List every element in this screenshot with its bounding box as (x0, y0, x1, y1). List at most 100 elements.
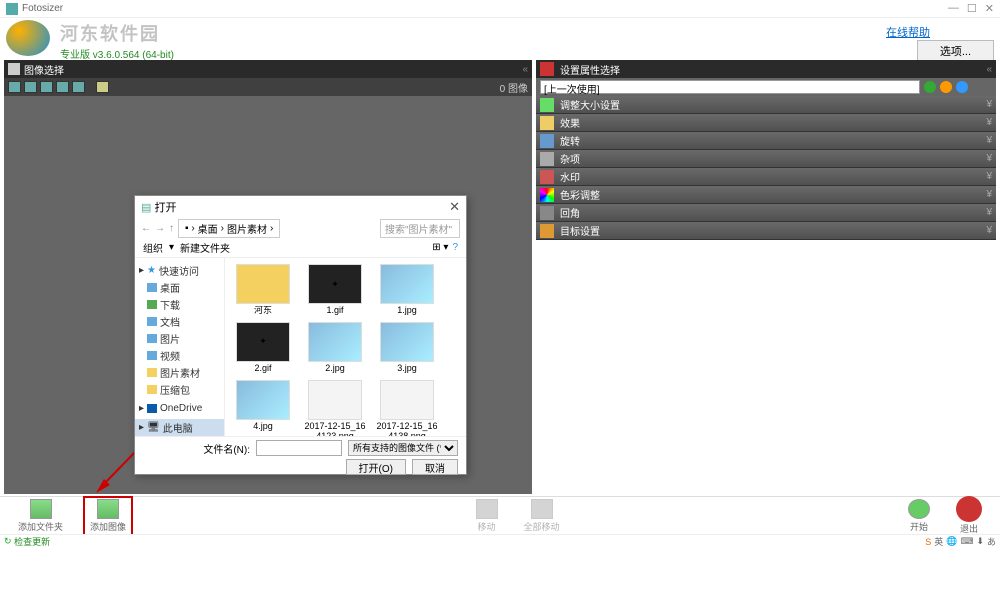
thumbnail (380, 264, 434, 304)
section-misc[interactable]: 杂项¥ (536, 150, 996, 168)
forward-button[interactable]: → (155, 223, 165, 234)
up-button[interactable]: ↑ (169, 223, 174, 234)
section-resize[interactable]: 调整大小设置¥ (536, 96, 996, 114)
file-item[interactable]: 4.jpg (231, 380, 295, 436)
app-header: 河东软件园 专业版 v3.6.0.564 (64-bit) www.pc0359… (0, 18, 1000, 58)
settings-icon (540, 62, 554, 76)
file-item[interactable]: 河东 (231, 264, 295, 316)
file-item[interactable]: 2.jpg (303, 322, 367, 374)
exit-button[interactable]: 退出 (950, 494, 988, 537)
tool-icon[interactable] (24, 81, 37, 93)
sidebar-videos[interactable]: 视频 (135, 347, 224, 364)
tool-icon[interactable] (96, 81, 109, 93)
thumbnail (236, 380, 290, 420)
organize-menu[interactable]: 组织 (143, 240, 163, 255)
new-folder-button[interactable]: 新建文件夹 (180, 240, 230, 255)
preset-icon[interactable] (956, 81, 968, 93)
right-panel-title: 设置属性选择 (560, 62, 620, 77)
help-link[interactable]: 在线帮助 (886, 24, 930, 40)
file-list[interactable]: 河东 ✦1.gif 1.jpg ✦2.gif 2.jpg 3.jpg 4.jpg… (225, 258, 466, 436)
section-target[interactable]: 目标设置¥ (536, 222, 996, 240)
thumbnail: ✦ (236, 322, 290, 362)
dialog-body: ▸★快速访问 桌面 下载 文档 图片 视频 图片素材 压缩包 ▸OneDrive… (135, 258, 466, 436)
sidebar-quick-access[interactable]: ▸★快速访问 (135, 262, 224, 279)
move-all-button[interactable]: 全部移动 (518, 497, 566, 535)
brand-watermark: 河东软件园 (60, 20, 174, 46)
color-icon (540, 188, 554, 202)
window-titlebar: Fotosizer — ☐ ✕ (0, 0, 1000, 18)
preset-select[interactable]: [上一次使用] (540, 80, 920, 94)
collapse-icon[interactable]: « (522, 64, 528, 75)
dialog-title: 打开 (154, 199, 176, 215)
left-panel-header: 图像选择 « (4, 60, 532, 78)
section-color[interactable]: 色彩调整¥ (536, 186, 996, 204)
sidebar-documents[interactable]: 文档 (135, 313, 224, 330)
filter-select[interactable]: 所有支持的图像文件 (*.jpg;*.jif (348, 440, 458, 456)
dialog-close-button[interactable]: ✕ (449, 199, 460, 215)
filename-label: 文件名(N): (203, 441, 250, 456)
open-button[interactable]: 打开(O) (346, 459, 406, 475)
thumbnail: ✦ (308, 264, 362, 304)
thumbnail (308, 322, 362, 362)
dialog-path-bar: ← → ↑ ▪ › 桌面 › 图片素材 › 搜索"图片素材" (135, 218, 466, 238)
sidebar-desktop[interactable]: 桌面 (135, 279, 224, 296)
corner-icon (540, 206, 554, 220)
sidebar-material[interactable]: 图片素材 (135, 364, 224, 381)
panel-icon (8, 63, 20, 75)
resize-icon (540, 98, 554, 112)
tool-icon[interactable] (40, 81, 53, 93)
move-button[interactable]: 移动 (470, 497, 504, 535)
start-button[interactable]: 开始 (902, 497, 936, 535)
move-all-icon (531, 499, 553, 519)
tool-icon[interactable] (72, 81, 85, 93)
file-item[interactable]: ✦2.gif (231, 322, 295, 374)
file-item[interactable]: 3.jpg (375, 322, 439, 374)
tool-icon[interactable] (8, 81, 21, 93)
tool-icon[interactable] (56, 81, 69, 93)
thumbnail (308, 380, 362, 420)
logo-icon (6, 20, 50, 56)
file-open-dialog: ▤ 打开 ✕ ← → ↑ ▪ › 桌面 › 图片素材 › 搜索"图片素材" 组织… (134, 195, 467, 475)
file-item[interactable]: 2017-12-15_164138.png (375, 380, 439, 436)
search-input[interactable]: 搜索"图片素材" (380, 219, 460, 238)
back-button[interactable]: ← (141, 223, 151, 234)
view-button[interactable]: ⊞ ▾ (432, 242, 448, 253)
options-button[interactable]: 选项... (917, 40, 994, 62)
breadcrumb[interactable]: ▪ › 桌面 › 图片素材 › (178, 219, 280, 238)
file-item[interactable]: 1.jpg (375, 264, 439, 316)
sidebar-downloads[interactable]: 下载 (135, 296, 224, 313)
folder-icon (236, 264, 290, 304)
help-icon[interactable]: ? (452, 242, 458, 253)
section-effects[interactable]: 效果¥ (536, 114, 996, 132)
version-line: 专业版 v3.6.0.564 (64-bit) (60, 46, 174, 61)
misc-icon (540, 152, 554, 166)
close-button[interactable]: ✕ (985, 2, 994, 15)
preset-icon[interactable] (940, 81, 952, 93)
folder-icon (30, 499, 52, 519)
file-item[interactable]: 2017-12-15_164123.png (303, 380, 367, 436)
preset-save-icon[interactable] (924, 81, 936, 93)
add-folder-button[interactable]: 添加文件夹 (12, 497, 69, 535)
bottom-toolbar: 添加文件夹 添加图像 移动 全部移动 开始 退出 (0, 496, 1000, 534)
section-corner[interactable]: 回角¥ (536, 204, 996, 222)
image-icon (97, 499, 119, 519)
effects-icon (540, 116, 554, 130)
cancel-button[interactable]: 取消 (412, 459, 458, 475)
section-watermark[interactable]: 水印¥ (536, 168, 996, 186)
file-item[interactable]: ✦1.gif (303, 264, 367, 316)
section-rotate[interactable]: 旋转¥ (536, 132, 996, 150)
thumbnail (380, 380, 434, 420)
maximize-button[interactable]: ☐ (967, 2, 977, 15)
system-tray: S英🌐⌨⬇あ (925, 535, 996, 548)
dialog-footer: 文件名(N): 所有支持的图像文件 (*.jpg;*.jif 打开(O) 取消 (135, 436, 466, 474)
window-title: Fotosizer (22, 3, 63, 14)
filename-input[interactable] (256, 440, 342, 456)
power-icon (956, 496, 982, 522)
collapse-icon[interactable]: « (986, 64, 992, 75)
sidebar-this-pc[interactable]: ▸🖥此电脑 (135, 419, 224, 436)
minimize-button[interactable]: — (948, 2, 959, 15)
sidebar-pictures[interactable]: 图片 (135, 330, 224, 347)
add-image-button[interactable]: 添加图像 (83, 496, 133, 536)
sidebar-onedrive[interactable]: ▸OneDrive (135, 402, 224, 415)
sidebar-compressed[interactable]: 压缩包 (135, 381, 224, 398)
